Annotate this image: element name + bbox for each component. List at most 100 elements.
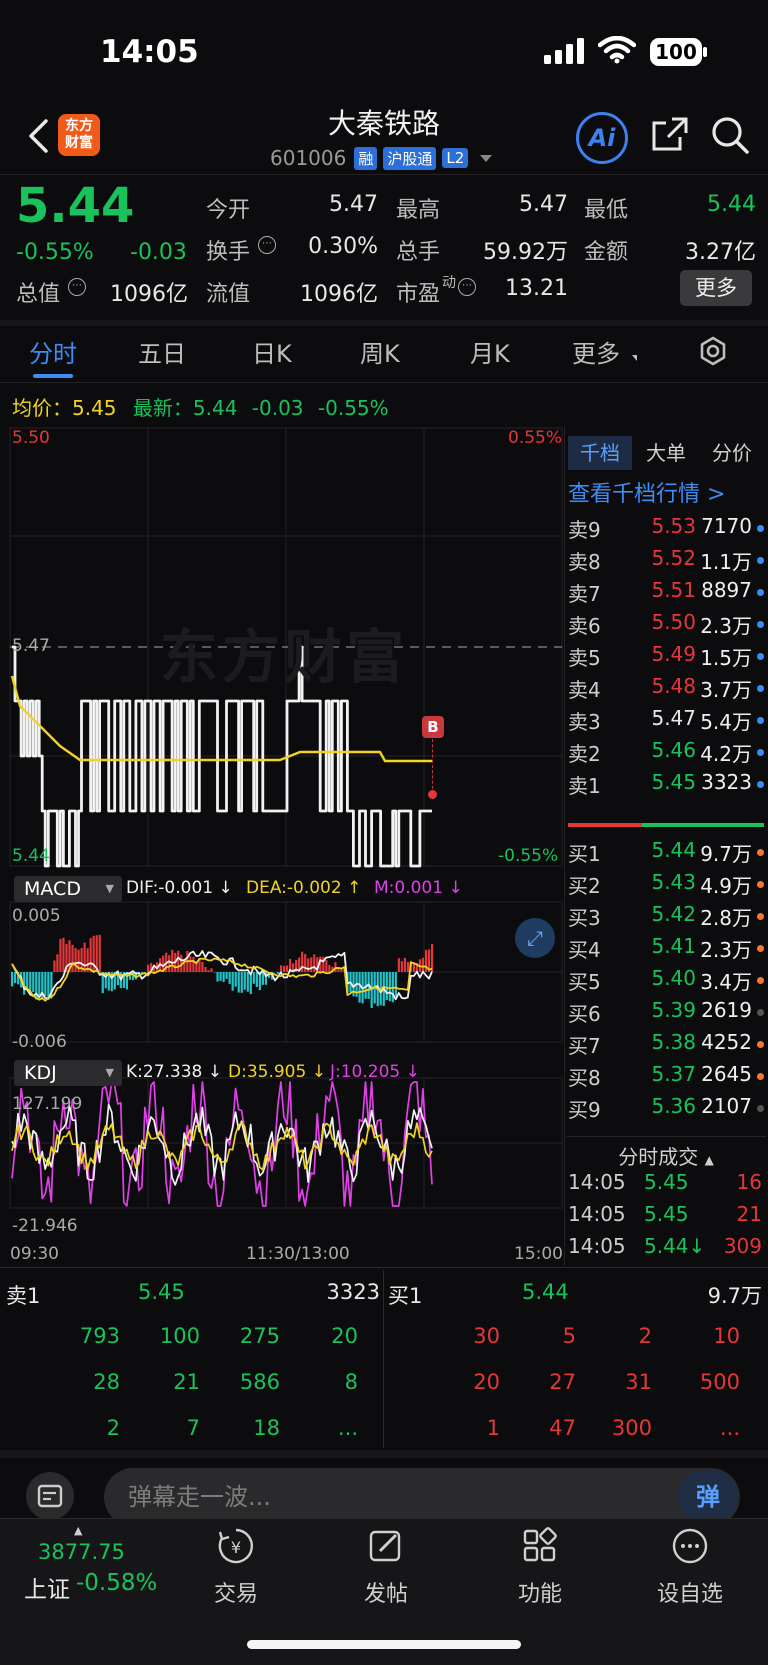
kdj-selector[interactable]: KDJ ▼ xyxy=(14,1060,122,1086)
stock-code: 601006 xyxy=(270,146,347,170)
bid-row[interactable]: 买3 5.42 2.8万 xyxy=(566,898,766,932)
ask-row[interactable]: 卖9 5.53 7170 xyxy=(566,510,766,544)
tab-weekly-k[interactable]: 周K xyxy=(360,334,400,369)
y-mid-label: 5.47 xyxy=(12,636,50,656)
marker-dot xyxy=(428,790,437,799)
macd-bar xyxy=(56,954,59,972)
macd-bar xyxy=(334,962,337,972)
more-button[interactable]: 更多 xyxy=(680,270,752,306)
info-icon[interactable]: ⋯ xyxy=(68,278,86,296)
bid-row[interactable]: 买4 5.41 2.3万 xyxy=(566,930,766,964)
bid-row[interactable]: 买8 5.37 2645 xyxy=(566,1058,766,1092)
tab-daily-k[interactable]: 日K xyxy=(252,334,292,369)
ask-row[interactable]: 卖4 5.48 3.7万 xyxy=(566,670,766,704)
search-icon[interactable] xyxy=(710,115,750,155)
x-label-close: 15:00 xyxy=(514,1244,563,1264)
bid-volume: 4252 xyxy=(701,1030,752,1054)
info-icon[interactable]: ⋯ xyxy=(458,278,476,296)
bid-row[interactable]: 买1 5.44 9.7万 xyxy=(566,834,766,868)
intraday-chart[interactable] xyxy=(0,426,566,1276)
bid-row[interactable]: 买5 5.40 3.4万 xyxy=(566,962,766,996)
ask-dot xyxy=(757,589,764,596)
macd-bar xyxy=(71,944,74,972)
ob-tab-pricelevel[interactable]: 分价 xyxy=(700,436,764,470)
gear-icon[interactable] xyxy=(696,335,730,369)
ai-button[interactable]: Ai xyxy=(576,112,628,164)
ask-row[interactable]: 卖5 5.49 1.5万 xyxy=(566,638,766,672)
share-icon[interactable] xyxy=(650,115,690,155)
expand-icon[interactable]: ⤢ xyxy=(515,918,555,958)
ask-row[interactable]: 卖6 5.50 2.3万 xyxy=(566,606,766,640)
bid-row[interactable]: 买7 5.38 4252 xyxy=(566,1026,766,1060)
macd-bar xyxy=(282,965,286,972)
ask-price: 5.47 xyxy=(651,706,696,730)
bb-ask-price: 5.45 xyxy=(138,1280,185,1304)
ask-row[interactable]: 卖8 5.52 1.1万 xyxy=(566,542,766,576)
danmu-list-icon[interactable] xyxy=(26,1472,74,1520)
bid-level: 买5 xyxy=(568,970,601,994)
bid-level: 买3 xyxy=(568,906,601,930)
nav-post[interactable]: 发帖 xyxy=(336,1526,436,1608)
macd-selector[interactable]: MACD ▼ xyxy=(14,876,122,902)
turnover-label: 换手 xyxy=(206,240,251,265)
bb-bid-vol: 9.7万 xyxy=(707,1284,762,1308)
status-time: 14:05 xyxy=(100,34,199,70)
view-depth-link[interactable]: 查看千档行情 > xyxy=(568,476,725,508)
caret-up-icon: ▲ xyxy=(704,1153,714,1167)
battery-nub xyxy=(703,47,707,57)
macd-bar xyxy=(255,972,258,987)
macd-bar xyxy=(304,954,307,972)
ask-row[interactable]: 卖2 5.46 4.2万 xyxy=(566,734,766,768)
latest-pct: -0.55% xyxy=(317,396,389,420)
tick-price: 5.45 xyxy=(644,1170,689,1194)
macd-bar xyxy=(207,970,210,972)
buy-marker[interactable]: B xyxy=(422,716,444,738)
tab-more[interactable]: 更多 xyxy=(572,334,620,369)
ticks-title[interactable]: 分时成交 ▲ xyxy=(566,1141,766,1170)
bid-dot xyxy=(757,945,764,952)
nav-add-watchlist[interactable]: 设自选 xyxy=(640,1526,740,1608)
volume-value: 59.92万 xyxy=(483,240,568,265)
ask-level: 卖2 xyxy=(568,742,601,766)
amount-value: 3.27亿 xyxy=(685,240,756,265)
nav-trade[interactable]: ¥ 交易 xyxy=(186,1526,286,1608)
tick-time: 14:05 xyxy=(568,1234,626,1258)
macd-bar xyxy=(59,938,62,972)
caret-icon xyxy=(632,355,637,361)
bid-dot xyxy=(757,1073,764,1080)
stock-code-line[interactable]: 601006 融 沪股通 L2 xyxy=(270,146,493,170)
index-value[interactable]: 3877.75 xyxy=(38,1540,125,1564)
macd-bar xyxy=(237,972,240,993)
tab-monthly-k[interactable]: 月K xyxy=(470,334,510,369)
macd-bar xyxy=(44,972,47,997)
ask-row[interactable]: 卖3 5.47 5.4万 xyxy=(566,702,766,736)
bid-row[interactable]: 买9 5.36 2107 xyxy=(566,1090,766,1124)
macd-bar xyxy=(385,972,388,1000)
ob-tab-bigorder[interactable]: 大单 xyxy=(634,436,698,470)
tab-intraday[interactable]: 分时 xyxy=(29,334,77,369)
macd-bar xyxy=(140,972,144,973)
ob-tab-depth[interactable]: 千档 xyxy=(568,436,632,470)
danmu-toggle-button[interactable]: 弹 xyxy=(678,1470,738,1524)
info-icon[interactable]: ⋯ xyxy=(258,236,276,254)
tab-5day[interactable]: 五日 xyxy=(138,334,186,369)
bb-bid-cell: 31 xyxy=(625,1370,652,1394)
ask-row[interactable]: 卖1 5.45 3323 xyxy=(566,766,766,800)
bid-row[interactable]: 买2 5.43 4.9万 xyxy=(566,866,766,900)
tabs-divider xyxy=(0,382,768,383)
nav-functions[interactable]: 功能 xyxy=(490,1526,590,1608)
volume-label: 总手 xyxy=(396,240,441,265)
index-name[interactable]: 上证 xyxy=(24,1570,70,1604)
kdj-k: K:27.338 ↓ xyxy=(126,1062,223,1082)
macd-bar xyxy=(171,949,174,972)
bid-dot xyxy=(757,913,764,920)
ask-price: 5.50 xyxy=(651,610,696,634)
ask-dot xyxy=(757,781,764,788)
macd-bar xyxy=(285,965,289,972)
macd-bar xyxy=(222,972,225,983)
index-pct[interactable]: -0.58% xyxy=(76,1570,157,1596)
ask-row[interactable]: 卖7 5.51 8897 xyxy=(566,574,766,608)
macd-bar xyxy=(62,937,65,972)
macd-bar xyxy=(216,972,219,982)
bid-row[interactable]: 买6 5.39 2619 xyxy=(566,994,766,1028)
